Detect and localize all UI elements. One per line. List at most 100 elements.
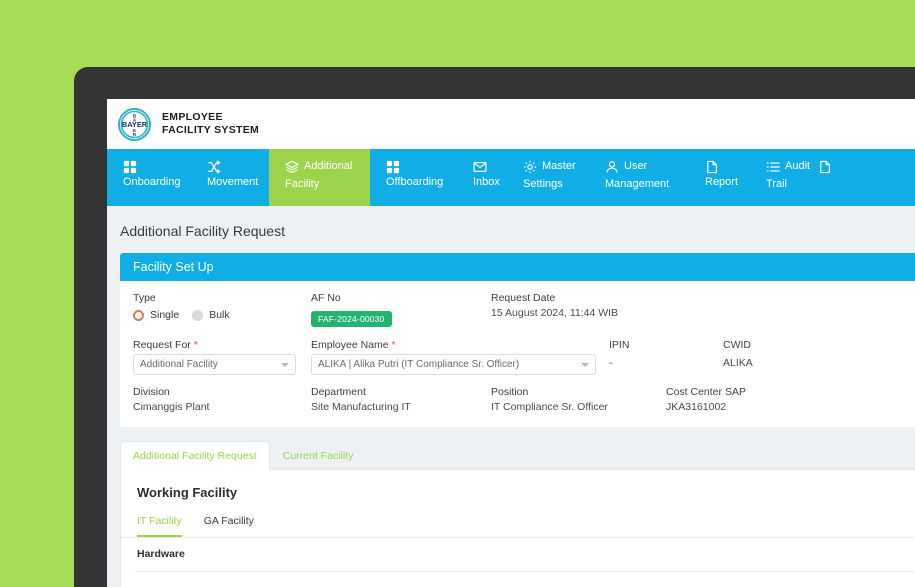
bayer-cross-logo: BAYER B A E R xyxy=(118,108,151,141)
request-for-value: Additional Facility xyxy=(140,359,218,370)
form-row-3: Division Cimanggis Plant Department Site… xyxy=(133,386,915,413)
tab-panel: Working Facility IT Facility GA Facility… xyxy=(120,469,915,587)
section-title-hardware: Hardware xyxy=(121,538,915,560)
page-body: Additional Facility Request Facility Set… xyxy=(107,206,915,587)
form-row-1: Type Single Bulk xyxy=(133,292,915,327)
radio-label-bulk: Bulk xyxy=(209,309,229,321)
nav-item-additional-facility[interactable]: Additional Facility xyxy=(269,149,370,206)
chevron-down-icon[interactable] xyxy=(581,363,589,367)
nav-item-report[interactable]: Report xyxy=(689,149,750,206)
list-icon xyxy=(766,160,780,174)
nav-item-offboarding[interactable]: Offboarding xyxy=(370,149,457,206)
label-position: Position xyxy=(491,386,666,398)
tab-additional-facility-request[interactable]: Additional Facility Request xyxy=(120,441,270,470)
radio-option-bulk[interactable]: Bulk xyxy=(192,309,229,321)
envelope-icon xyxy=(473,160,487,174)
nav-item-master-settings[interactable]: Master Settings xyxy=(507,149,589,206)
label-af-no: AF No xyxy=(311,292,491,304)
field-request-date: Request Date 15 August 2024, 11:44 WIB xyxy=(491,292,618,327)
label-employee-name: Employee Name * xyxy=(311,339,596,351)
section-divider xyxy=(135,571,915,572)
label-request-for: Request For * xyxy=(133,339,311,351)
grid-icon xyxy=(386,160,400,174)
nav-item-overflow-cut-off[interactable] xyxy=(802,149,842,206)
radio-dot-bulk[interactable] xyxy=(192,310,203,321)
nav-item-user-management[interactable]: User Management xyxy=(589,149,689,206)
tab-current-facility[interactable]: Current Facility xyxy=(270,441,367,470)
label-division: Division xyxy=(133,386,311,398)
page-title: Additional Facility Request xyxy=(107,206,915,253)
nav-label-audit-line2: Trail xyxy=(766,177,798,193)
request-for-select[interactable]: Additional Facility xyxy=(133,354,296,375)
brand-line-1: EMPLOYEE xyxy=(162,111,259,124)
nav-label-onboarding: Onboarding xyxy=(123,175,187,191)
nav-item-onboarding[interactable]: Onboarding xyxy=(107,149,191,206)
field-cwid: CWID ALIKA xyxy=(723,339,753,375)
subtab-it-facility[interactable]: IT Facility xyxy=(137,515,182,537)
af-no-badge: FAF-2024-00030 xyxy=(311,311,392,327)
chevron-down-icon[interactable] xyxy=(281,363,289,367)
type-radio-group: Single Bulk xyxy=(133,309,311,321)
nav-label-master-line1: Master xyxy=(542,159,576,175)
label-ipin: IPIN xyxy=(609,339,723,351)
required-marker: * xyxy=(392,339,396,351)
field-employee-name: Employee Name * ALIKA | Alika Putri (IT … xyxy=(311,339,596,375)
nav-label-additional-line2: Facility xyxy=(285,177,366,193)
employee-name-value: ALIKA | Alika Putri (IT Compliance Sr. O… xyxy=(318,359,519,370)
label-cost-center: Cost Center SAP xyxy=(666,386,746,398)
nav-label-master-line2: Settings xyxy=(523,177,585,193)
label-cwid: CWID xyxy=(723,339,753,351)
nav-label-user-line2: Management xyxy=(605,177,685,193)
shuffle-icon xyxy=(207,160,221,174)
value-department: Site Manufacturing IT xyxy=(311,401,491,413)
label-request-date: Request Date xyxy=(491,292,618,304)
device-screen: BAYER B A E R EMPLOYEE FACILITY SYSTEM O… xyxy=(107,99,915,587)
value-ipin: - xyxy=(609,357,723,369)
field-department: Department Site Manufacturing IT xyxy=(311,386,491,413)
nav-item-inbox[interactable]: Inbox xyxy=(457,149,507,206)
facility-icon xyxy=(285,160,299,174)
nav-label-report: Report xyxy=(705,175,746,191)
nav-label-movement: Movement xyxy=(207,175,265,191)
label-employee-name-text: Employee Name xyxy=(311,339,389,351)
radio-label-single: Single xyxy=(150,309,179,321)
label-type: Type xyxy=(133,292,311,304)
tabs-row: Additional Facility Request Current Faci… xyxy=(120,441,915,470)
field-position: Position IT Compliance Sr. Officer xyxy=(491,386,666,413)
facility-setup-card-title: Facility Set Up xyxy=(120,253,915,281)
field-type: Type Single Bulk xyxy=(133,292,311,327)
value-cost-center: JKA3161002 xyxy=(666,401,746,413)
employee-name-select[interactable]: ALIKA | Alika Putri (IT Compliance Sr. O… xyxy=(311,354,596,375)
nav-item-audit-trail[interactable]: Audit Trail xyxy=(750,149,802,206)
brand-title: EMPLOYEE FACILITY SYSTEM xyxy=(162,111,259,137)
grid-icon xyxy=(123,160,137,174)
nav-label-offboarding: Offboarding xyxy=(386,175,453,191)
device-frame: BAYER B A E R EMPLOYEE FACILITY SYSTEM O… xyxy=(74,67,915,587)
panel-title: Working Facility xyxy=(121,485,915,500)
facility-setup-card-body: Type Single Bulk xyxy=(120,281,915,427)
nav-item-movement[interactable]: Movement xyxy=(191,149,269,206)
radio-option-single[interactable]: Single xyxy=(133,309,179,321)
field-division: Division Cimanggis Plant xyxy=(133,386,311,413)
required-marker: * xyxy=(194,339,198,351)
value-cwid: ALIKA xyxy=(723,357,753,369)
field-request-for: Request For * Additional Facility xyxy=(133,339,311,375)
document-icon xyxy=(818,160,832,174)
subtab-ga-facility[interactable]: GA Facility xyxy=(204,515,254,537)
nav-label-user-line1: User xyxy=(624,159,647,175)
field-cost-center: Cost Center SAP JKA3161002 xyxy=(666,386,746,413)
value-request-date: 15 August 2024, 11:44 WIB xyxy=(491,307,618,319)
label-request-for-text: Request For xyxy=(133,339,191,351)
facility-setup-card: Facility Set Up Type Single xyxy=(120,253,915,427)
radio-dot-single[interactable] xyxy=(133,310,144,321)
document-icon xyxy=(705,160,719,174)
brand-line-2: FACILITY SYSTEM xyxy=(162,124,259,137)
value-division: Cimanggis Plant xyxy=(133,401,311,413)
label-department: Department xyxy=(311,386,491,398)
user-icon xyxy=(605,160,619,174)
facility-subtabs: IT Facility GA Facility xyxy=(121,515,915,538)
value-position: IT Compliance Sr. Officer xyxy=(491,401,666,413)
nav-label-additional-line1: Additional xyxy=(304,159,352,175)
field-af-no: AF No FAF-2024-00030 xyxy=(311,292,491,327)
nav-label-inbox: Inbox xyxy=(473,175,503,191)
